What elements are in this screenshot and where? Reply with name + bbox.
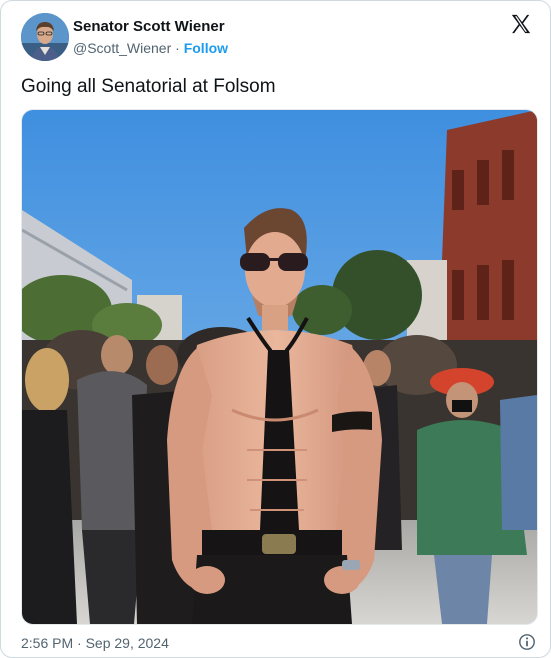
author-handle-line: @Scott_Wiener · Follow — [73, 40, 228, 56]
x-logo-icon[interactable] — [510, 13, 532, 35]
photo-canvas — [22, 110, 537, 624]
tweet-photo[interactable] — [21, 109, 538, 625]
avatar-image — [21, 13, 69, 61]
avatar[interactable] — [21, 13, 69, 61]
author-name[interactable]: Senator Scott Wiener — [73, 18, 225, 35]
follow-button[interactable]: Follow — [184, 40, 228, 56]
info-icon[interactable] — [518, 633, 536, 651]
separator-dot: · — [175, 40, 180, 56]
tweet-header: Senator Scott Wiener @Scott_Wiener · Fol… — [21, 13, 532, 61]
author-handle[interactable]: @Scott_Wiener — [73, 40, 171, 56]
tweet-text: Going all Senatorial at Folsom — [21, 76, 276, 97]
tweet-card: Senator Scott Wiener @Scott_Wiener · Fol… — [0, 0, 551, 658]
tweet-timestamp[interactable]: 2:56 PM · Sep 29, 2024 — [21, 635, 169, 651]
